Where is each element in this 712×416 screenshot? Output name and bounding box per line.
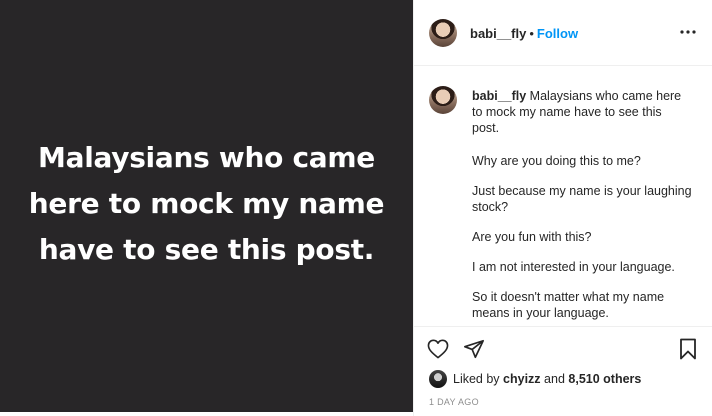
- liker-avatar[interactable]: [429, 370, 447, 388]
- send-icon[interactable]: [462, 337, 486, 361]
- more-horizontal-icon[interactable]: [678, 22, 698, 42]
- post-header: babi__fly • Follow: [414, 0, 712, 66]
- post-image[interactable]: Malaysians who came here to mock my name h…: [0, 0, 413, 412]
- likes-count[interactable]: 8,510 others: [568, 372, 641, 386]
- caption-avatar[interactable]: [429, 86, 457, 114]
- liker-username[interactable]: chyizz: [503, 372, 541, 386]
- header-username[interactable]: babi__fly: [470, 26, 526, 41]
- likes-prefix: Liked by: [453, 372, 500, 386]
- caption-line: Just because my name is your laughing st…: [472, 184, 692, 214]
- caption-username[interactable]: babi__fly: [472, 89, 526, 103]
- separator-dot: •: [529, 26, 534, 41]
- timestamp[interactable]: 1 DAY AGO: [429, 397, 479, 407]
- caption-area[interactable]: babi__fly Malaysians who came here to mo…: [414, 66, 712, 326]
- post-image-text: Malaysians who came here to mock my name h…: [28, 141, 385, 266]
- header-user-row: babi__fly • Follow: [470, 26, 578, 41]
- bookmark-icon[interactable]: [676, 337, 700, 361]
- caption-text: babi__fly Malaysians who came here to mo…: [472, 88, 692, 326]
- instagram-post-window: Malaysians who came here to mock my name h…: [0, 0, 712, 416]
- post-side-panel: babi__fly • Follow babi__fly Malaysians wh…: [413, 0, 712, 416]
- caption-line: Are you fun with this?: [472, 230, 592, 244]
- caption-line: So it doesn't matter what my name means …: [472, 290, 665, 320]
- likes-row: Liked by chyizz and 8,510 others: [429, 369, 641, 389]
- caption-line: Why are you doing this to me?: [472, 154, 641, 168]
- caption-line: I am not interested in your language.: [472, 260, 675, 274]
- avatar[interactable]: [429, 19, 457, 47]
- action-bar: Liked by chyizz and 8,510 others 1 DAY A…: [414, 326, 712, 416]
- heart-icon[interactable]: [426, 337, 450, 361]
- follow-button[interactable]: Follow: [537, 26, 578, 41]
- likes-connector: and: [544, 372, 565, 386]
